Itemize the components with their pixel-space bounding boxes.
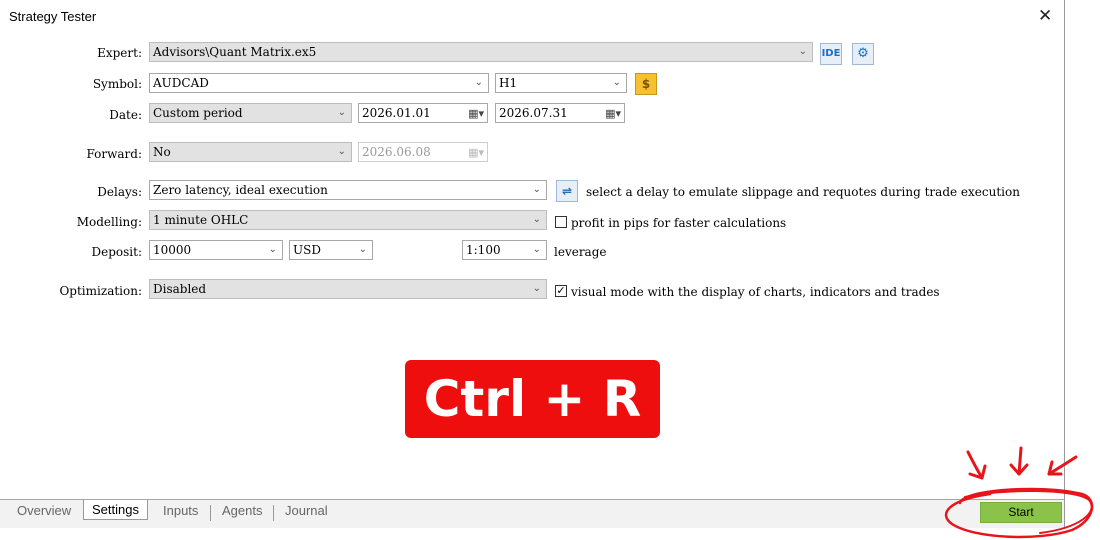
currency-value: USD (293, 243, 321, 257)
date-to-value: 2026.07.31 (499, 106, 568, 120)
delays-select[interactable]: Zero latency, ideal execution ⌄ (149, 180, 547, 200)
chevron-down-icon: ⌄ (358, 244, 367, 255)
forward-select[interactable]: No ⌄ (149, 142, 352, 162)
timeframe-value: H1 (499, 76, 518, 90)
expert-label: Expert: (97, 46, 142, 60)
chevron-down-icon: ⌄ (532, 283, 541, 294)
tab-journal[interactable]: Journal (285, 503, 328, 518)
tab-overview[interactable]: Overview (17, 503, 71, 518)
deposit-value: 10000 (153, 243, 192, 257)
optimization-value: Disabled (153, 282, 207, 296)
window-title: Strategy Tester (9, 9, 97, 24)
forward-value: No (153, 145, 171, 159)
strategy-tester-window: Strategy Tester ✕ Expert: Advisors\Quant… (0, 0, 1065, 528)
modelling-label: Modelling: (76, 215, 142, 229)
optimization-select[interactable]: Disabled ⌄ (149, 279, 547, 299)
ide-button[interactable]: IDE (820, 43, 842, 65)
currency-select[interactable]: USD ⌄ (289, 240, 373, 260)
shortcut-overlay: Ctrl + R (405, 360, 660, 438)
symbol-label: Symbol: (92, 77, 142, 91)
tab-settings[interactable]: Settings (83, 500, 148, 520)
modelling-value: 1 minute OHLC (153, 213, 249, 227)
forward-date-value: 2026.06.08 (362, 145, 431, 159)
dollar-icon[interactable]: $ (635, 73, 657, 95)
visual-mode-checkbox[interactable]: ✓ (555, 285, 567, 297)
forward-label: Forward: (86, 147, 142, 161)
chevron-down-icon: ⌄ (798, 46, 807, 57)
tab-inputs[interactable]: Inputs (163, 503, 198, 518)
start-button[interactable]: Start (980, 502, 1062, 523)
profit-pips-label: profit in pips for faster calculations (571, 216, 787, 230)
chevron-down-icon: ⌄ (532, 244, 541, 255)
gear-icon[interactable]: ⚙ (852, 43, 874, 65)
modelling-select[interactable]: 1 minute OHLC ⌄ (149, 210, 547, 230)
deposit-label: Deposit: (91, 245, 143, 259)
leverage-label: leverage (554, 245, 607, 259)
expert-select[interactable]: Advisors\Quant Matrix.ex5 ⌄ (149, 42, 813, 62)
calendar-icon: ▦▾ (468, 146, 484, 159)
profit-pips-checkbox[interactable] (555, 216, 567, 228)
chevron-down-icon: ⌄ (337, 107, 346, 118)
forward-date-field: 2026.06.08 ▦▾ (358, 142, 488, 162)
optimization-label: Optimization: (59, 284, 142, 298)
timeframe-select[interactable]: H1 ⌄ (495, 73, 627, 93)
chevron-down-icon: ⌄ (612, 77, 621, 88)
chevron-down-icon: ⌄ (532, 184, 541, 195)
tab-bar: Overview Settings Inputs Agents Journal (0, 499, 1064, 528)
symbol-value: AUDCAD (153, 76, 209, 90)
date-from-value: 2026.01.01 (362, 106, 431, 120)
leverage-value: 1:100 (466, 243, 501, 257)
chevron-down-icon: ⌄ (337, 146, 346, 157)
leverage-select[interactable]: 1:100 ⌄ (462, 240, 547, 260)
date-to-field[interactable]: 2026.07.31 ▦▾ (495, 103, 625, 123)
chevron-down-icon: ⌄ (268, 244, 277, 255)
tab-divider (273, 505, 274, 521)
date-from-field[interactable]: 2026.01.01 ▦▾ (358, 103, 488, 123)
symbol-select[interactable]: AUDCAD ⌄ (149, 73, 489, 93)
chevron-down-icon: ⌄ (474, 77, 483, 88)
tab-divider (210, 505, 211, 521)
calendar-icon[interactable]: ▦▾ (605, 105, 621, 122)
expert-value: Advisors\Quant Matrix.ex5 (153, 45, 317, 59)
visual-mode-label: visual mode with the display of charts, … (571, 285, 940, 299)
deposit-select[interactable]: 10000 ⌄ (149, 240, 283, 260)
chevron-down-icon: ⌄ (532, 214, 541, 225)
date-period-value: Custom period (153, 106, 243, 120)
calendar-icon[interactable]: ▦▾ (468, 105, 484, 122)
delays-value: Zero latency, ideal execution (153, 183, 328, 197)
sliders-icon[interactable]: ⇌ (556, 180, 578, 202)
date-label: Date: (109, 108, 142, 122)
tab-agents[interactable]: Agents (222, 503, 262, 518)
close-icon[interactable]: ✕ (1038, 6, 1052, 26)
delays-label: Delays: (97, 185, 142, 199)
delays-hint: select a delay to emulate slippage and r… (586, 185, 1020, 199)
date-period-select[interactable]: Custom period ⌄ (149, 103, 352, 123)
